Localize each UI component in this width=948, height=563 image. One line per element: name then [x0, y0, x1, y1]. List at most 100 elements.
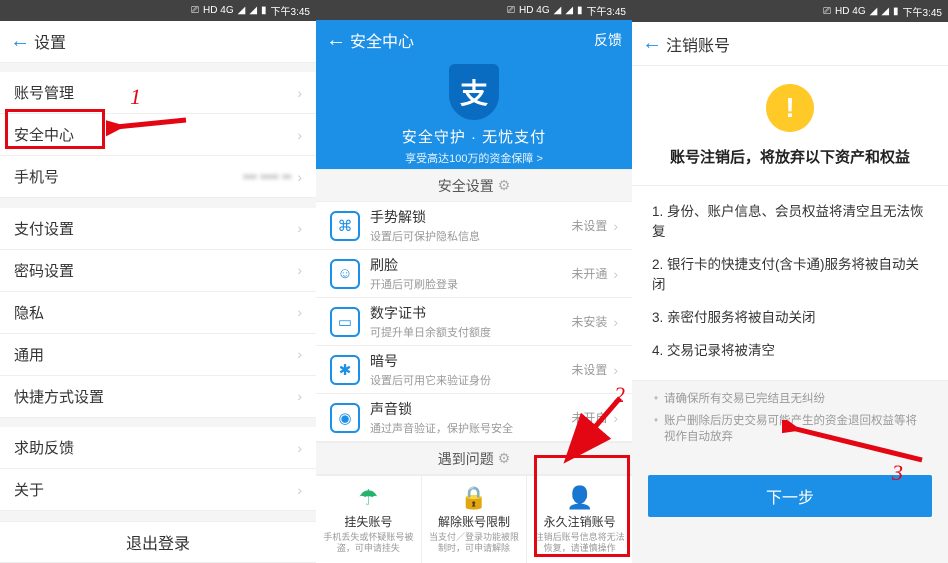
chevron-right-icon: › [297, 220, 302, 236]
card-delete-account[interactable]: 👤 永久注销账号 注销后账号信息将无法恢复，请谨慎操作 [527, 476, 632, 563]
sec-item-gesture[interactable]: ⌘ 手势解锁设置后可保护隐私信息 未设置› [316, 202, 632, 250]
hd-label: HD 4G [835, 6, 866, 17]
card-title: 永久注销账号 [544, 513, 616, 530]
item-help-feedback[interactable]: 求助反馈› [0, 427, 316, 469]
sec-item-sub: 开通后可刷脸登录 [370, 276, 571, 292]
sec-item-status: 未开启 [571, 409, 607, 426]
status-bar: ⎚ HD 4G ◢ ◢ ▮ 下午3:45 [316, 0, 632, 20]
item-general[interactable]: 通用› [0, 334, 316, 376]
feedback-link[interactable]: 反馈 [594, 30, 622, 50]
item-label: 手机号 [14, 166, 243, 187]
chevron-right-icon: › [297, 346, 302, 362]
card-report-loss[interactable]: ☂ 挂失账号 手机丢失或怀疑账号被盗，可申请挂失 [316, 476, 422, 563]
status-bar: ⎚ HD 4G ◢ ◢ ▮ 下午3:45 [632, 0, 948, 22]
umbrella-icon: ☂ [358, 485, 378, 511]
page-title: 安全中心 [350, 28, 594, 52]
sec-item-cert[interactable]: ▭ 数字证书可提升单日余额支付额度 未安装› [316, 298, 632, 346]
app-bar: ← 安全中心 反馈 [316, 20, 632, 60]
sec-item-title: 数字证书 [370, 303, 571, 323]
spacer [0, 418, 316, 428]
note-item: 账户删除后历史交易可能产生的资金退回权益等将视作自动放弃 [654, 413, 926, 445]
item-label: 通用 [14, 344, 297, 365]
card-title: 解除账号限制 [438, 513, 510, 530]
hd-label: HD 4G [519, 5, 550, 16]
section-title: 安全设置 [438, 176, 494, 196]
note-item: 请确保所有交易已完结且无纠纷 [654, 391, 926, 407]
sec-item-sub: 可提升单日余额支付额度 [370, 324, 571, 340]
next-button[interactable]: 下一步 [648, 475, 932, 517]
sec-item-status: 未设置 [571, 361, 607, 378]
app-bar: ← 注销账号 [632, 22, 948, 66]
consequence-item: 1. 身份、账户信息、会员权益将清空且无法恢复 [652, 200, 928, 240]
user-delete-icon: 👤 [566, 485, 593, 511]
cast-icon: ⎚ [823, 6, 831, 17]
item-phone[interactable]: 手机号 ••• •••• •• › [0, 156, 316, 198]
item-security-center[interactable]: 安全中心 › [0, 114, 316, 156]
app-bar: ← 设置 [0, 21, 316, 63]
gear-icon: ⚙ [498, 177, 511, 194]
chevron-right-icon: › [613, 266, 618, 282]
item-label: 支付设置 [14, 218, 297, 239]
battery-icon: ▮ [893, 6, 899, 17]
page-title: 设置 [34, 29, 306, 53]
section-header-problem: 遇到问题 ⚙ [316, 442, 632, 475]
cast-icon: ⎚ [191, 5, 199, 16]
hero-banner: 支 安全守护 · 无忧支付 享受高达100万的资金保障 > [316, 60, 632, 169]
gear-icon: ⚙ [498, 450, 511, 467]
sec-item-title: 刷脸 [370, 255, 571, 275]
item-label: 快捷方式设置 [14, 386, 297, 407]
item-payment-settings[interactable]: 支付设置› [0, 208, 316, 250]
item-password-settings[interactable]: 密码设置› [0, 250, 316, 292]
sec-item-face[interactable]: ☺ 刷脸开通后可刷脸登录 未开通 › [316, 250, 632, 298]
card-remove-limit[interactable]: 🔒 解除账号限制 当支付／登录功能被限制时，可申请解除 [422, 476, 528, 563]
hero-subtitle[interactable]: 享受高达100万的资金保障 > [405, 150, 543, 166]
chevron-right-icon: › [297, 304, 302, 320]
card-title: 挂失账号 [344, 513, 392, 530]
sec-item-status: 未安装 [571, 313, 607, 330]
item-label: 账号管理 [14, 82, 297, 103]
back-icon[interactable]: ← [326, 29, 350, 52]
sec-item-status: 未开通 [571, 265, 607, 282]
signal-icon: ◢ [870, 6, 878, 17]
sec-item-voice[interactable]: ◉ 声音锁通过声音验证，保护账号安全 未开启› [316, 394, 632, 442]
chevron-right-icon: › [297, 127, 302, 143]
gesture-icon: ⌘ [330, 211, 360, 241]
sec-item-sub: 设置后可用它来验证身份 [370, 372, 571, 388]
hero-title: 安全守护 · 无忧支付 [402, 126, 546, 147]
item-label: 密码设置 [14, 260, 297, 281]
sec-item-code[interactable]: ✱ 暗号设置后可用它来验证身份 未设置› [316, 346, 632, 394]
consequence-item: 3. 亲密付服务将被自动关闭 [652, 306, 928, 326]
spacer [0, 511, 316, 521]
chevron-right-icon: › [297, 440, 302, 456]
chevron-right-icon: › [613, 362, 618, 378]
item-about[interactable]: 关于› [0, 469, 316, 511]
sec-item-status: 未设置 [571, 217, 607, 234]
item-shortcut-settings[interactable]: 快捷方式设置› [0, 376, 316, 418]
voice-icon: ◉ [330, 403, 360, 433]
battery-icon: ▮ [261, 5, 267, 16]
back-icon[interactable]: ← [642, 32, 666, 55]
item-value: ••• •••• •• [243, 169, 291, 184]
signal-icon-2: ◢ [565, 5, 573, 16]
chevron-right-icon: › [613, 314, 618, 330]
chevron-right-icon: › [613, 218, 618, 234]
page-title: 注销账号 [666, 32, 938, 56]
item-privacy[interactable]: 隐私› [0, 292, 316, 334]
clock-label: 下午3:45 [903, 4, 942, 19]
status-bar: ⎚ HD 4G ◢ ◢ ▮ 下午3:45 [0, 0, 316, 21]
item-account-manage[interactable]: 账号管理 › [0, 72, 316, 114]
signal-icon: ◢ [238, 5, 246, 16]
signal-icon-2: ◢ [249, 5, 257, 16]
chevron-right-icon: › [297, 169, 302, 185]
logout-button[interactable]: 退出登录 [0, 521, 316, 563]
card-sub: 手机丢失或怀疑账号被盗，可申请挂失 [320, 532, 417, 554]
cast-icon: ⎚ [507, 5, 515, 16]
warning-title: 账号注销后，将放弃以下资产和权益 [670, 146, 910, 167]
lock-icon: 🔒 [460, 485, 487, 511]
face-icon: ☺ [330, 259, 360, 289]
signal-icon: ◢ [554, 5, 562, 16]
signal-icon-2: ◢ [881, 6, 889, 17]
problem-cards: ☂ 挂失账号 手机丢失或怀疑账号被盗，可申请挂失 🔒 解除账号限制 当支付／登录… [316, 475, 632, 563]
code-icon: ✱ [330, 355, 360, 385]
back-icon[interactable]: ← [10, 30, 34, 53]
